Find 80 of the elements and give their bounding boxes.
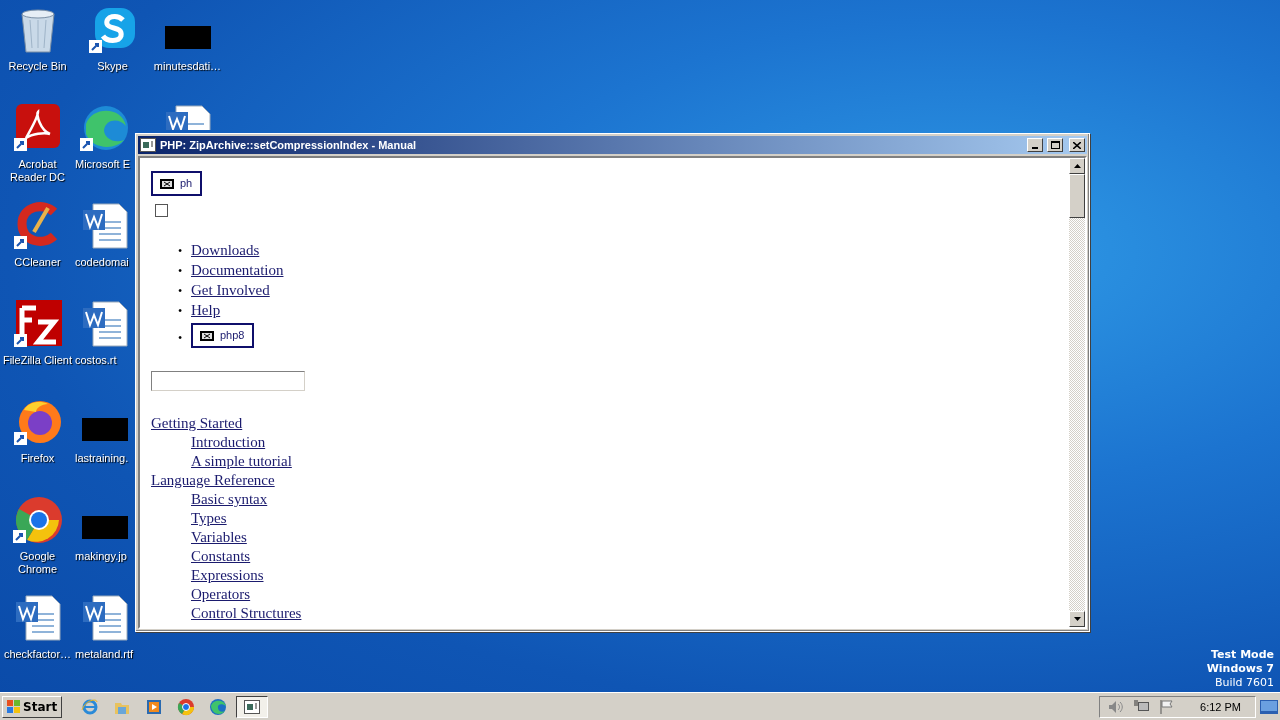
nav-link[interactable]: Constants — [191, 548, 251, 564]
nav-link[interactable]: Getting Started — [151, 415, 243, 431]
os-watermark-text: Windows 7 — [1206, 662, 1274, 676]
desktop-icon-label[interactable]: codedomai — [75, 256, 129, 269]
word-document-icon[interactable] — [81, 594, 129, 642]
list-bullet: • — [178, 243, 184, 260]
search-field[interactable] — [151, 371, 305, 391]
word-document-icon[interactable] — [81, 202, 129, 250]
start-button[interactable]: Start — [2, 695, 63, 718]
desktop-icon-label[interactable]: checkfactor… — [3, 648, 72, 661]
skype-icon[interactable] — [88, 6, 137, 54]
checkbox[interactable] — [155, 204, 168, 217]
os-watermark-text: Build 7601 — [1214, 676, 1274, 690]
logo-image-placeholder[interactable]: ph — [151, 171, 203, 196]
list-bullet: • — [178, 283, 184, 300]
menu-link[interactable]: Help — [191, 301, 221, 320]
nav-link[interactable]: Control Structures — [191, 605, 302, 621]
broken-image-icon — [160, 178, 174, 189]
desktop-icon-label[interactable]: CCleaner — [14, 256, 61, 269]
filezilla-icon[interactable] — [13, 300, 62, 348]
scroll-down-button[interactable] — [1069, 611, 1085, 627]
desktop-icon-label[interactable]: minutesdati… — [153, 60, 222, 73]
windows-logo-icon — [7, 699, 21, 714]
network-icon[interactable] — [1134, 699, 1151, 714]
desktop-icon-label[interactable]: costos.rt — [75, 354, 117, 367]
chrome-icon[interactable] — [177, 697, 196, 716]
close-icon — [1073, 141, 1081, 149]
desktop-icon-label[interactable]: Acrobat Reader DC — [1, 158, 74, 184]
nav-link[interactable]: Introduction — [191, 434, 266, 450]
browser-icon[interactable] — [80, 104, 130, 152]
clock[interactable]: 6:12 PM — [1200, 700, 1241, 713]
chrome-icon[interactable] — [12, 496, 63, 544]
window-icon — [140, 138, 156, 152]
desktop-icon-label[interactable]: makingy.jp — [75, 550, 127, 563]
taskbar-button[interactable] — [236, 695, 269, 718]
word-document-icon[interactable] — [81, 300, 129, 348]
nav-link[interactable]: Expressions — [191, 567, 264, 583]
browser-icon[interactable] — [209, 697, 228, 716]
nav-link[interactable]: Basic syntax — [191, 491, 268, 507]
os-watermark-text: Test Mode — [1211, 648, 1274, 662]
word-document-icon[interactable] — [13, 594, 62, 642]
list-bullet: • — [178, 263, 184, 280]
menu-link[interactable]: Downloads — [191, 241, 260, 260]
image-alt-text: php8 — [220, 329, 245, 342]
scroll-up-button[interactable] — [1069, 158, 1085, 174]
media-player-icon[interactable] — [145, 697, 164, 716]
nav-link[interactable]: Language Reference — [151, 472, 275, 488]
nav-link[interactable]: Operators — [191, 586, 251, 602]
desktop-icon-label[interactable]: lastraining. — [75, 452, 129, 465]
window-title: PHP: ZipArchive::setCompressionIndex - Manual — [160, 139, 418, 151]
nav-link[interactable]: Variables — [191, 529, 247, 545]
show-desktop-icon[interactable] — [1260, 699, 1278, 714]
flag-icon[interactable] — [1160, 699, 1175, 714]
nav-link[interactable]: A simple tutorial — [191, 453, 292, 469]
desktop-icon-label[interactable]: metaland.rtf — [75, 648, 134, 661]
desktop-icon-label[interactable]: Skype — [97, 60, 128, 73]
nav-link[interactable]: Types — [191, 510, 227, 526]
list-bullet: • — [178, 303, 184, 320]
broken-image-icon — [200, 330, 214, 341]
down-arrow-icon — [1073, 617, 1081, 621]
desktop-icon-label[interactable]: Microsoft E — [75, 158, 130, 171]
logo-image-placeholder[interactable]: php8 — [191, 323, 255, 348]
menu-link[interactable]: Get Involved — [191, 281, 270, 300]
minimize-button[interactable] — [1027, 138, 1043, 152]
scroll-thumb[interactable] — [1069, 174, 1085, 218]
window-icon — [244, 699, 261, 714]
maximize-button[interactable] — [1047, 138, 1063, 152]
desktop-icon-label[interactable]: Google Chrome — [1, 550, 74, 576]
maximize-icon — [1050, 141, 1060, 149]
desktop-icon-label[interactable]: FileZilla Client — [2, 354, 73, 367]
firefox-icon[interactable] — [13, 398, 62, 446]
image-alt-text: ph — [180, 177, 193, 190]
desktop-icon-label[interactable]: Recycle Bin — [8, 60, 67, 73]
list-bullet: • — [178, 330, 184, 347]
menu-link[interactable]: Documentation — [191, 261, 284, 280]
close-button[interactable] — [1069, 138, 1085, 152]
up-arrow-icon — [1073, 164, 1081, 168]
scrollbar[interactable] — [1069, 158, 1085, 627]
desktop-icon-label[interactable]: Firefox — [20, 452, 55, 465]
pdf-reader-icon[interactable] — [13, 104, 62, 152]
